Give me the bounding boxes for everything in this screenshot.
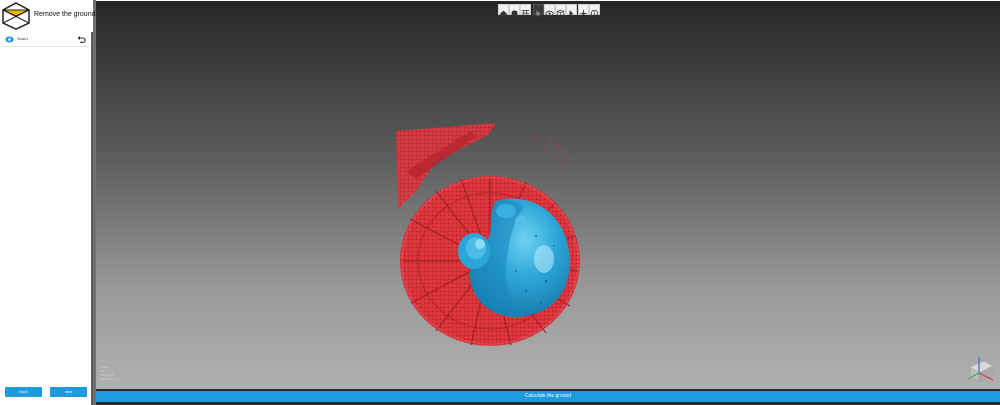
eye-icon[interactable] — [544, 4, 555, 17]
layer-item-scan1[interactable]: Scan1 — [2, 35, 88, 45]
undo-icon[interactable] — [77, 35, 86, 44]
cursor-icon[interactable] — [533, 4, 544, 17]
3d-viewport[interactable]: vertex 0.5 0.5 gmm2 face: 112 0.1m — [96, 0, 1000, 389]
viewport-info: vertex 0.5 0.5 gmm2 face: 112 0.1m — [100, 365, 140, 381]
panel-header: Remove the ground — [0, 0, 96, 32]
info-line: face: 112 0.1m — [100, 377, 120, 381]
visibility-eye-icon[interactable] — [5, 36, 14, 43]
left-panel: Remove the ground Scan1 back next — [0, 0, 96, 405]
calculate-ground-button[interactable]: Calculate the ground — [96, 391, 1000, 402]
transform-icon[interactable] — [578, 4, 589, 18]
bottom-action-bar: Calculate the ground — [96, 389, 1000, 405]
list-divider — [2, 46, 90, 47]
front-view-icon[interactable] — [509, 4, 520, 17]
wireframe-icon[interactable] — [555, 4, 566, 18]
next-button[interactable]: next — [50, 387, 87, 397]
grid-icon[interactable] — [520, 4, 531, 18]
logo-icon — [2, 2, 30, 30]
info-icon[interactable] — [589, 4, 600, 18]
app-window: Remove the ground Scan1 back next vertex… — [0, 0, 1000, 405]
home-icon[interactable] — [498, 4, 509, 17]
back-button[interactable]: back — [5, 387, 42, 397]
axis-gizmo-icon — [967, 357, 994, 383]
scan-point-cloud[interactable] — [376, 111, 626, 356]
view-toolbar — [498, 4, 600, 18]
layer-label: Scan1 — [17, 36, 29, 41]
page-title: Remove the ground — [34, 11, 96, 18]
select-icon[interactable] — [566, 4, 577, 17]
